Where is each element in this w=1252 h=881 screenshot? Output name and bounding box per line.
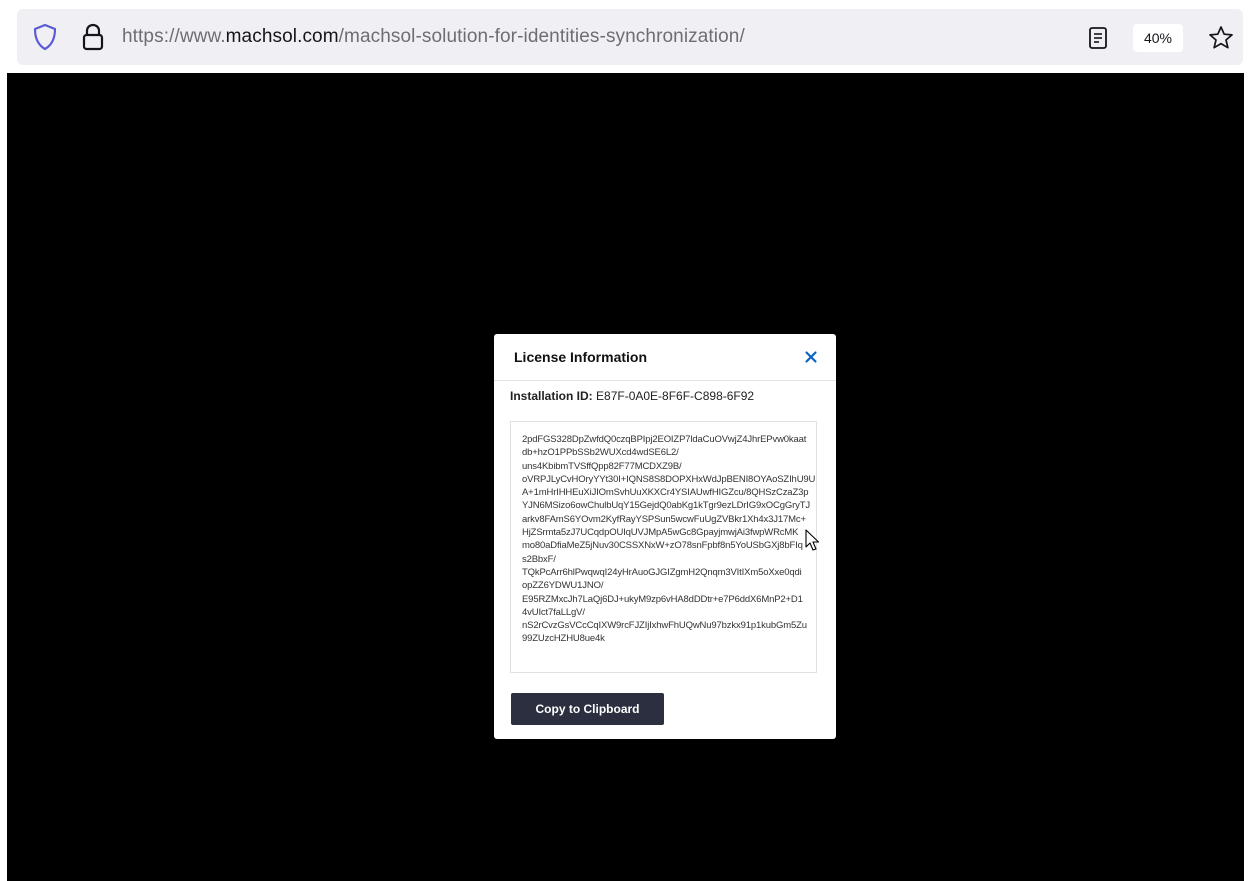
address-bar[interactable]: https://www.machsol.com/machsol-solution… (17, 9, 1243, 65)
url-domain: machsol.com (225, 26, 339, 47)
page-content: License Information Installation ID: E87… (7, 73, 1244, 881)
installation-id-row: Installation ID: E87F-0A0E-8F6F-C898-6F9… (510, 389, 754, 403)
browser-window: https://www.machsol.com/machsol-solution… (0, 0, 1252, 881)
url-text[interactable]: https://www.machsol.com/machsol-solution… (122, 26, 745, 48)
reader-view-icon[interactable] (1088, 26, 1108, 50)
dialog-divider (494, 380, 836, 381)
installation-id-value: E87F-0A0E-8F6F-C898-6F92 (596, 389, 755, 403)
copy-to-clipboard-button[interactable]: Copy to Clipboard (511, 693, 664, 725)
close-icon[interactable] (803, 349, 819, 365)
lock-icon[interactable] (80, 22, 106, 52)
installation-id-label: Installation ID: (510, 389, 593, 403)
license-key-textarea[interactable]: 2pdFGS328DpZwfdQ0czqBPIpj2EOIZP7ldaCuOVw… (510, 421, 817, 673)
mouse-cursor-icon (805, 529, 820, 551)
url-prefix: https://www. (122, 26, 226, 47)
star-icon[interactable] (1207, 24, 1235, 52)
url-path: /machsol-solution-for-identities-synchro… (338, 26, 745, 47)
license-dialog: License Information Installation ID: E87… (494, 334, 836, 739)
shield-icon[interactable] (32, 23, 58, 51)
license-key-text: 2pdFGS328DpZwfdQ0czqBPIpj2EOIZP7ldaCuOVw… (522, 434, 816, 645)
dialog-title: License Information (514, 349, 648, 365)
zoom-level-button[interactable]: 40% (1133, 24, 1183, 52)
